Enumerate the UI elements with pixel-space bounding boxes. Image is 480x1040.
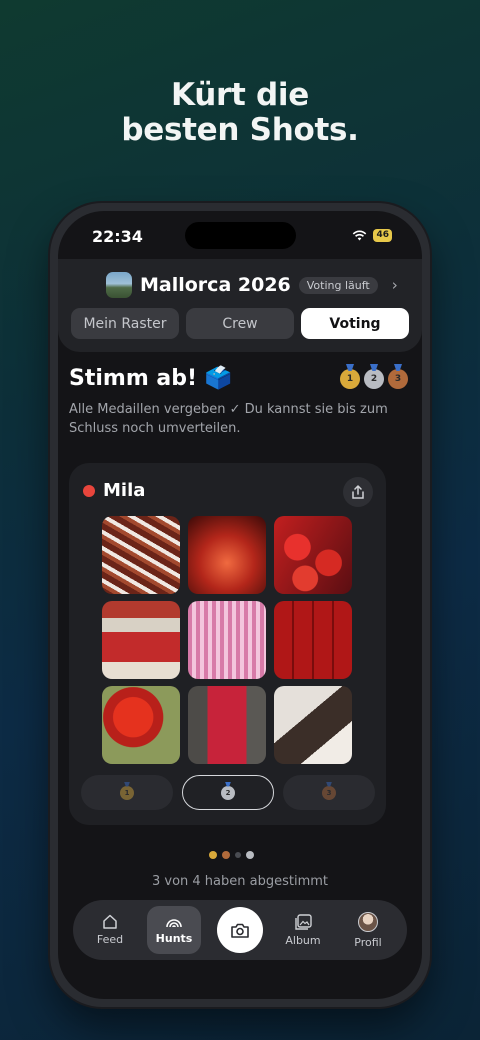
trip-title: Mallorca 2026 <box>140 274 291 296</box>
photo-strawberries-cherries[interactable] <box>274 516 352 594</box>
gold-medal-icon: 1 <box>340 369 360 389</box>
silver-medal-icon: 2 <box>364 369 384 389</box>
person-vote-card: Mila 1 2 3 <box>69 463 386 825</box>
vote-count-text: 3 von 4 haben abgestimmt <box>151 874 329 889</box>
phone-screen: 22:34 46 Mallorca 2026 Voting läuft › Me… <box>58 211 422 999</box>
nav-album-label: Album <box>285 933 321 947</box>
tab-mein-raster[interactable]: Mein Raster <box>71 308 179 339</box>
photo-pink-pillows[interactable] <box>188 601 266 679</box>
medal-option-gold[interactable]: 1 <box>81 775 173 810</box>
nav-profile-label: Profil <box>354 935 382 949</box>
tab-voting[interactable]: Voting <box>301 308 409 339</box>
voted-medal-icon <box>209 851 217 859</box>
trip-selector[interactable]: Mallorca 2026 Voting läuft › <box>106 272 398 298</box>
nav-feed-label: Feed <box>96 933 124 946</box>
medal-selector: 1 2 3 <box>81 775 375 810</box>
promo-line-1: Kürt die <box>171 77 309 113</box>
gold-medal-icon: 1 <box>120 785 134 800</box>
photo-red-car-interior[interactable] <box>188 516 266 594</box>
photo-shop-front[interactable] <box>102 601 180 679</box>
photo-woman-sunglasses[interactable] <box>274 686 352 764</box>
nav-hunts[interactable]: Hunts <box>147 906 201 954</box>
voting-status-badge: Voting läuft <box>298 276 378 294</box>
status-icons: 46 <box>352 229 392 242</box>
nav-profile[interactable]: Profil <box>341 906 395 954</box>
silver-medal-icon: 2 <box>221 785 235 800</box>
trip-thumbnail <box>106 272 132 298</box>
bronze-medal-icon: 3 <box>388 369 408 389</box>
dynamic-island <box>185 222 296 249</box>
battery-icon: 46 <box>373 229 392 242</box>
promo-line-2: besten Shots. <box>121 112 359 148</box>
bronze-medal-icon: 3 <box>322 785 336 800</box>
nav-album[interactable]: Album <box>276 906 330 954</box>
wifi-icon <box>353 230 367 241</box>
avatar <box>358 911 378 932</box>
voting-subtitle: Alle Medaillen vergeben ✓ Du kannst sie … <box>69 402 388 436</box>
album-icon <box>294 913 312 930</box>
photo-strawberry-bowl[interactable] <box>102 686 180 764</box>
medal-option-bronze[interactable]: 3 <box>283 775 375 810</box>
voted-medal-icon <box>246 851 254 859</box>
signal-arcs-icon <box>166 918 182 927</box>
tab-crew[interactable]: Crew <box>186 308 294 339</box>
photo-pepper-garland[interactable] <box>188 686 266 764</box>
voting-title: Stimm ab! 🗳️ <box>69 366 233 391</box>
nav-hunts-label: Hunts <box>155 931 193 945</box>
medal-option-silver[interactable]: 2 <box>182 775 274 810</box>
share-icon <box>352 484 364 499</box>
camera-button[interactable] <box>217 907 263 953</box>
vote-progress-indicator <box>209 851 254 859</box>
bottom-nav: Feed Hunts Album Profil <box>73 900 407 960</box>
trip-header: Mallorca 2026 Voting läuft › Mein Raster… <box>58 259 422 352</box>
person-color-dot <box>83 485 95 497</box>
available-medals: 1 2 3 <box>340 369 408 389</box>
person-name: Mila <box>103 480 146 501</box>
status-time: 22:34 <box>92 227 143 246</box>
promo-headline: Kürt die besten Shots. <box>0 78 480 148</box>
share-button[interactable] <box>343 477 373 507</box>
photo-cola-cans[interactable] <box>274 601 352 679</box>
camera-icon <box>231 923 249 938</box>
home-icon <box>103 914 117 929</box>
photo-grid <box>102 516 352 764</box>
pending-dot <box>235 852 241 858</box>
photo-chili-strings[interactable] <box>102 516 180 594</box>
voted-medal-icon <box>222 851 230 859</box>
nav-feed[interactable]: Feed <box>83 906 137 954</box>
segment-tabs: Mein Raster Crew Voting <box>71 308 409 339</box>
chevron-right-icon: › <box>391 276 398 294</box>
